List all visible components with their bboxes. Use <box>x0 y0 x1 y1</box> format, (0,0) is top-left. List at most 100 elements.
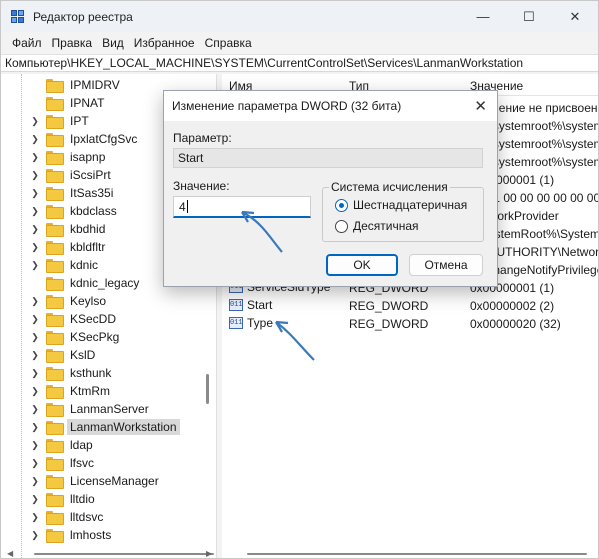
folder-icon <box>46 277 64 291</box>
tree-item-label: KtmRm <box>70 384 110 398</box>
folder-icon <box>46 169 64 183</box>
binary-value-icon: 011 <box>229 299 243 311</box>
tree-item[interactable]: ❯ KSecDD <box>1 310 201 328</box>
radio-dec-indicator[interactable] <box>335 219 348 233</box>
chevron-right-icon[interactable]: ❯ <box>30 472 40 490</box>
value-name: Type <box>247 316 274 330</box>
folder-icon <box>46 367 64 381</box>
folder-icon <box>46 97 64 111</box>
tree-item-label: kdnic_legacy <box>70 276 140 290</box>
chevron-right-icon[interactable]: ❯ <box>30 328 40 346</box>
tree-item[interactable]: ❯ KSecPkg <box>1 328 201 346</box>
tree-item-label: ldap <box>70 438 93 452</box>
tree-vertical-scrollbar[interactable] <box>206 374 209 404</box>
chevron-right-icon[interactable]: ❯ <box>30 490 40 508</box>
cancel-button[interactable]: Отмена <box>409 254 483 276</box>
ok-button[interactable]: OK <box>326 254 398 276</box>
chevron-right-icon[interactable] <box>30 76 40 94</box>
tree-horizontal-scrollbar[interactable] <box>34 553 214 555</box>
folder-icon <box>46 475 64 489</box>
tree-item[interactable]: ❯ lltdio <box>1 490 201 508</box>
chevron-right-icon[interactable] <box>30 274 40 292</box>
chevron-right-icon[interactable]: ❯ <box>30 346 40 364</box>
chevron-right-icon[interactable]: ❯ <box>30 184 40 202</box>
value-name-cell: 011 Type <box>229 316 273 330</box>
menu-favorites[interactable]: Избранное <box>129 36 200 50</box>
tree-item[interactable]: ❯ lmhosts <box>1 526 201 544</box>
menu-edit[interactable]: Правка <box>47 36 98 50</box>
edit-dword-dialog: Изменение параметра DWORD (32 бита) ✕ Па… <box>163 90 498 287</box>
chevron-right-icon[interactable]: ❯ <box>30 220 40 238</box>
radio-hex[interactable]: Шестнадцатеричная <box>335 198 467 212</box>
menu-view[interactable]: Вид <box>97 36 129 50</box>
folder-icon <box>46 241 64 255</box>
chevron-right-icon[interactable] <box>30 94 40 112</box>
dialog-close-icon[interactable]: ✕ <box>474 97 487 115</box>
menu-help[interactable]: Справка <box>200 36 257 50</box>
value-label: Значение: <box>173 179 230 193</box>
tree-item-label: iScsiPrt <box>70 168 111 182</box>
folder-icon <box>46 223 64 237</box>
chevron-right-icon[interactable]: ❯ <box>30 454 40 472</box>
folder-icon <box>46 493 64 507</box>
chevron-right-icon[interactable]: ❯ <box>30 238 40 256</box>
chevron-right-icon[interactable]: ❯ <box>30 256 40 274</box>
chevron-right-icon[interactable]: ❯ <box>30 148 40 166</box>
tree-item-label: isapnp <box>70 150 106 164</box>
tree-item[interactable]: ❯ LanmanServer <box>1 400 201 418</box>
menu-file[interactable]: Файл <box>7 36 47 50</box>
tree-item[interactable]: ❯ lltdsvc <box>1 508 201 526</box>
address-bar[interactable]: Компьютер\HKEY_LOCAL_MACHINE\SYSTEM\Curr… <box>1 54 598 72</box>
chevron-right-icon[interactable]: ❯ <box>30 202 40 220</box>
tree-item-label: IPT <box>70 114 89 128</box>
chevron-right-icon[interactable]: ❯ <box>30 418 40 436</box>
folder-icon <box>46 385 64 399</box>
tree-item-label: Keylso <box>70 294 107 308</box>
chevron-right-icon[interactable]: ❯ <box>30 130 40 148</box>
dialog-title-bar[interactable]: Изменение параметра DWORD (32 бита) <box>164 91 497 121</box>
tree-item[interactable]: ❯ KtmRm <box>1 382 201 400</box>
list-row[interactable]: 011 Type REG_DWORD 0x00000020 (32) <box>222 314 598 333</box>
tree-item-label: lfsvc <box>70 456 94 470</box>
close-button[interactable]: ✕ <box>552 1 598 32</box>
folder-icon <box>46 349 64 363</box>
chevron-right-icon[interactable]: ❯ <box>30 292 40 310</box>
chevron-right-icon[interactable]: ❯ <box>30 382 40 400</box>
tree-item[interactable]: ❯ LicenseManager <box>1 472 201 490</box>
tree-item-label: KSecDD <box>70 312 117 326</box>
tree-item-label: LanmanServer <box>70 402 149 416</box>
list-row[interactable]: 011 Start REG_DWORD 0x00000002 (2) <box>222 296 598 315</box>
minimize-button[interactable]: — <box>460 1 506 32</box>
chevron-right-icon[interactable]: ❯ <box>30 112 40 130</box>
folder-icon <box>46 205 64 219</box>
folder-icon <box>46 511 64 525</box>
tree-item[interactable]: ❯ ldap <box>1 436 201 454</box>
title-bar[interactable]: Редактор реестра — ☐ ✕ <box>1 1 598 32</box>
chevron-right-icon[interactable]: ❯ <box>30 508 40 526</box>
folder-icon <box>46 439 64 453</box>
chevron-right-icon[interactable]: ❯ <box>30 364 40 382</box>
value-input[interactable]: 4 <box>173 196 311 218</box>
tree-item-label: lmhosts <box>70 528 112 542</box>
folder-icon <box>46 313 64 327</box>
tree-item[interactable]: ❯ Keylso <box>1 292 201 310</box>
tree-item[interactable]: ❯ ksthunk <box>1 364 201 382</box>
chevron-right-icon[interactable]: ❯ <box>30 526 40 544</box>
tree-scroll-right-icon[interactable]: ▶ <box>206 549 212 558</box>
tree-scroll-left-icon[interactable]: ◀ <box>7 549 13 558</box>
list-horizontal-scrollbar[interactable] <box>247 553 587 555</box>
window-title: Редактор реестра <box>33 9 133 24</box>
radio-hex-indicator[interactable] <box>335 198 348 212</box>
tree-item[interactable]: ❯ LanmanWorkstation <box>1 418 201 436</box>
folder-icon <box>46 403 64 417</box>
chevron-right-icon[interactable]: ❯ <box>30 166 40 184</box>
tree-item-label: IPMIDRV <box>70 78 120 92</box>
chevron-right-icon[interactable]: ❯ <box>30 436 40 454</box>
chevron-right-icon[interactable]: ❯ <box>30 310 40 328</box>
tree-item[interactable]: ❯ KslD <box>1 346 201 364</box>
tree-item[interactable]: ❯ lfsvc <box>1 454 201 472</box>
tree-item-label: kdnic <box>70 258 99 272</box>
maximize-button[interactable]: ☐ <box>506 1 552 32</box>
chevron-right-icon[interactable]: ❯ <box>30 400 40 418</box>
radio-dec[interactable]: Десятичная <box>335 219 419 233</box>
